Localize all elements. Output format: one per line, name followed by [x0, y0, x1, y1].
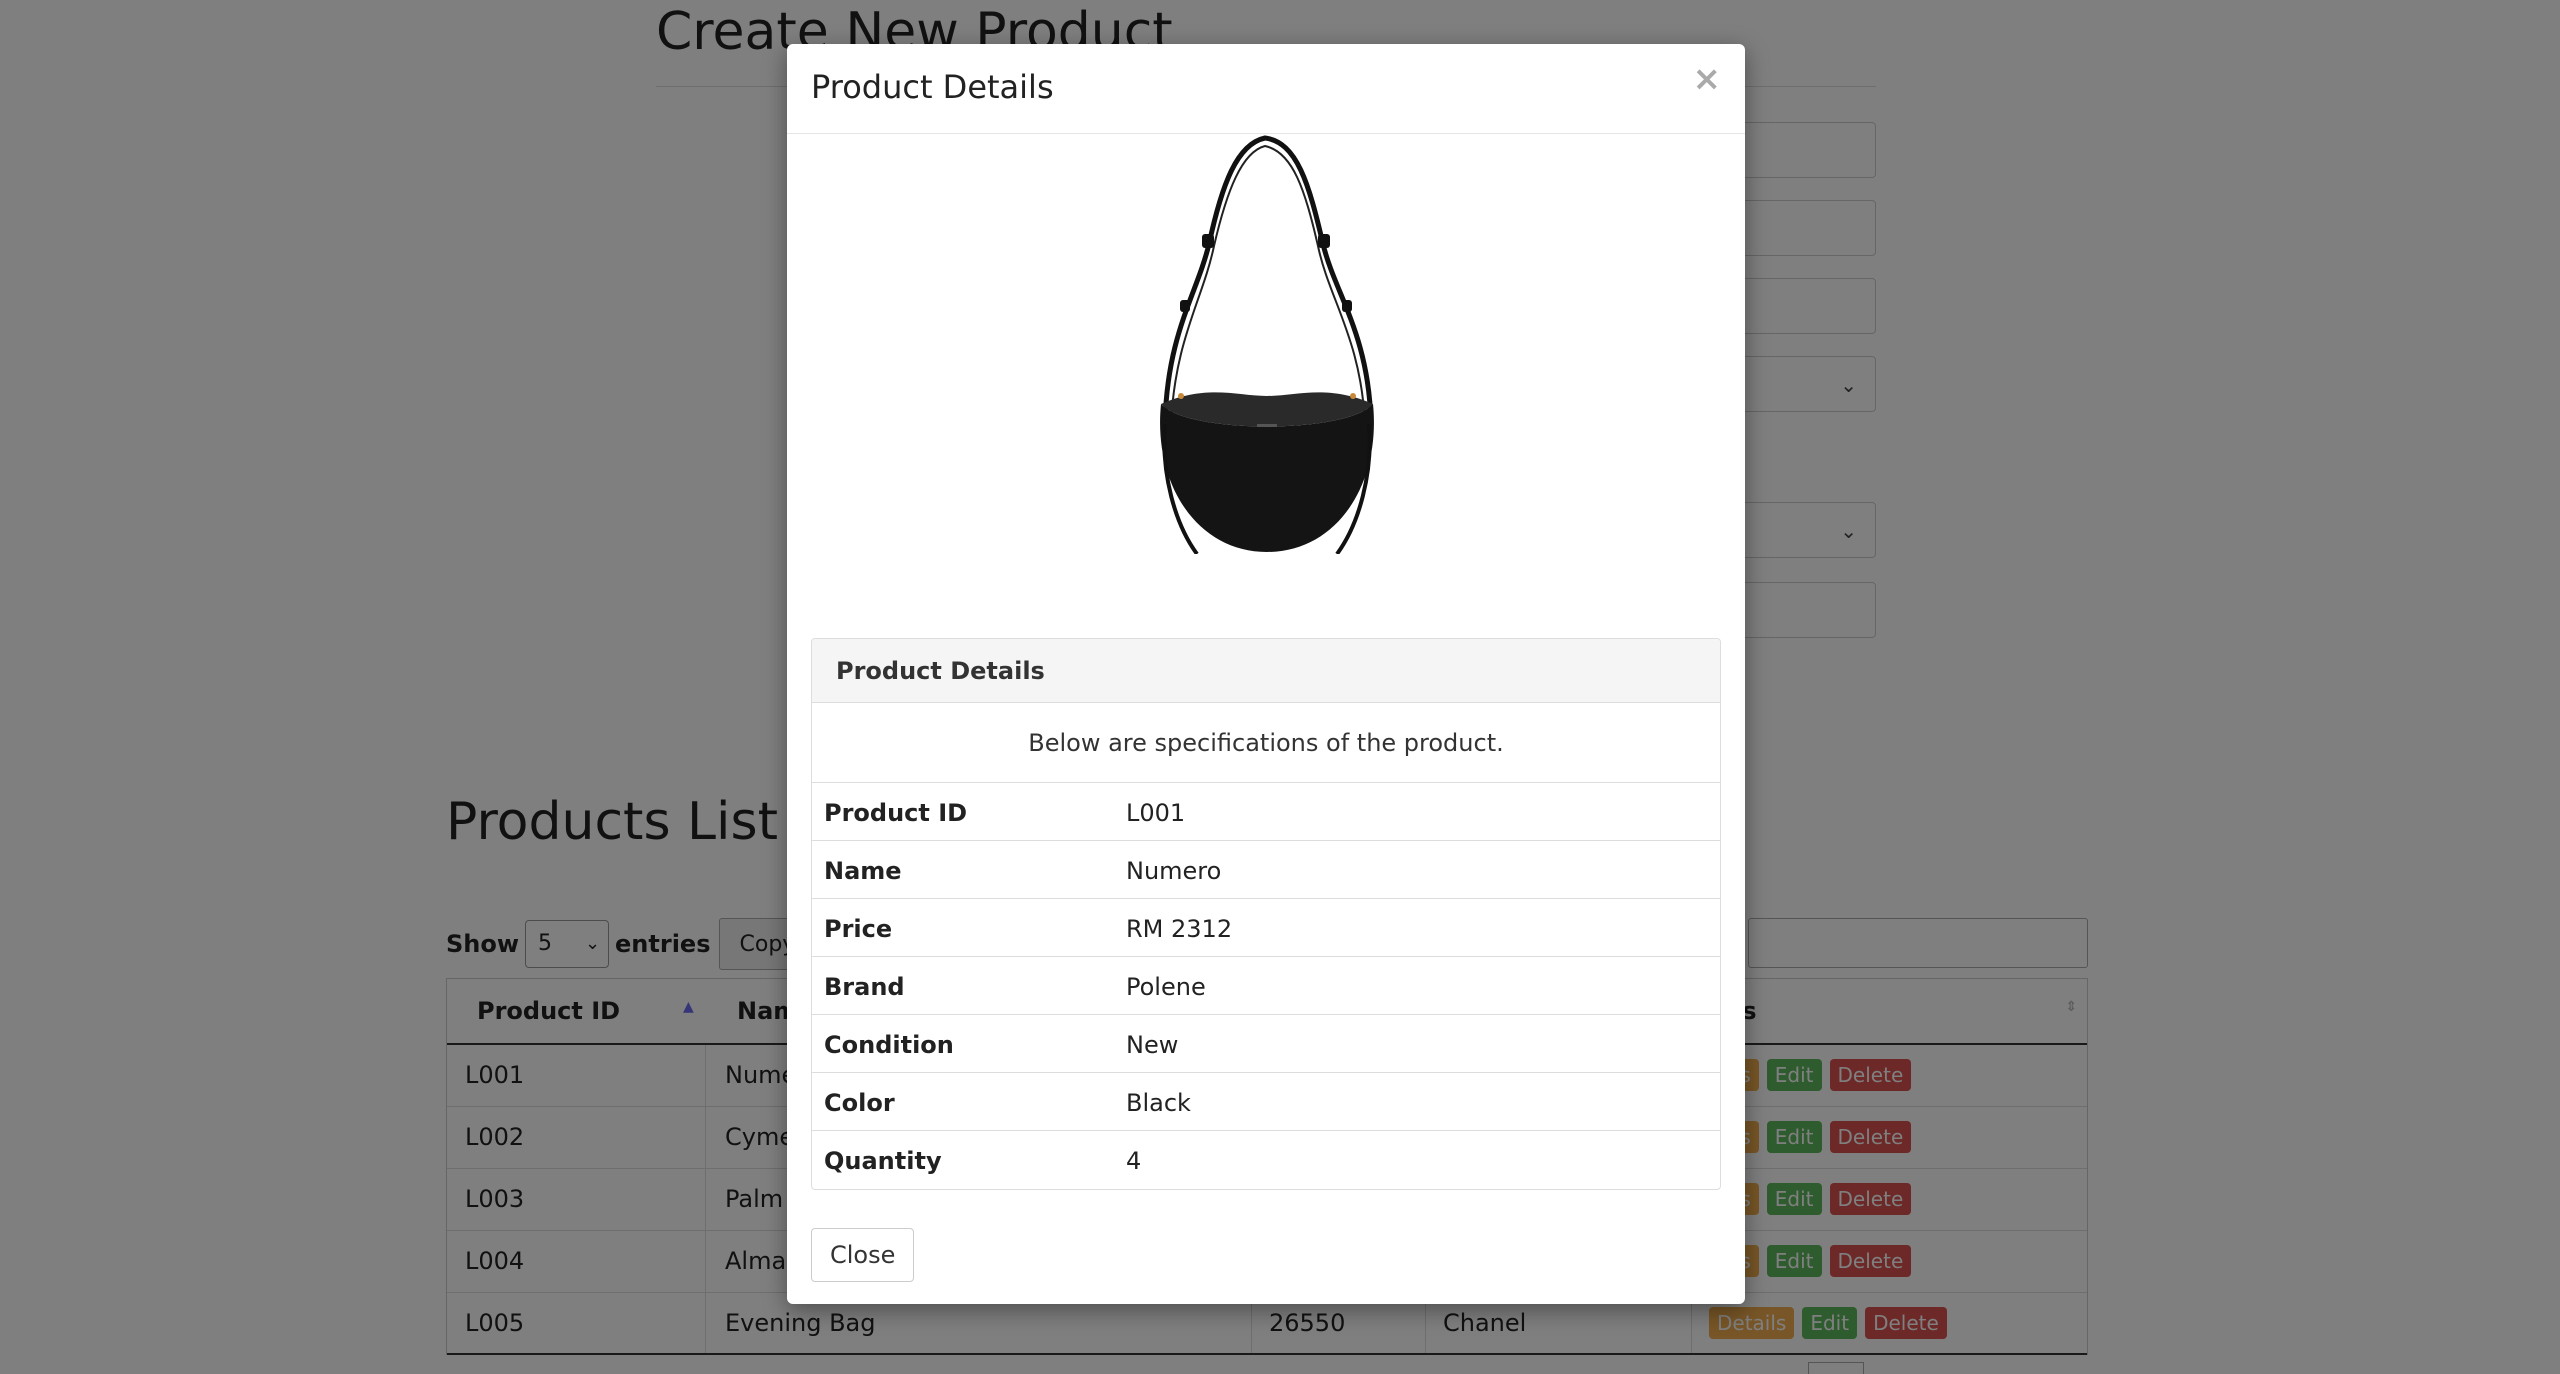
spec-label: Color — [824, 1089, 895, 1117]
spec-row: Price RM 2312 — [812, 899, 1720, 957]
modal-title: Product Details — [811, 68, 1054, 106]
spec-row: Name Numero — [812, 841, 1720, 899]
spec-value: Black — [1126, 1089, 1191, 1117]
spec-label: Brand — [824, 973, 905, 1001]
spec-value: L001 — [1126, 799, 1186, 827]
panel-intro-text: Below are specifications of the product. — [812, 703, 1720, 783]
product-details-modal: Product Details × Product Details Below … — [787, 44, 1745, 1304]
spec-value: Numero — [1126, 857, 1222, 885]
spec-label: Quantity — [824, 1147, 942, 1175]
specs-table: Product ID L001 Name Numero Price RM 2312 Bran… — [812, 783, 1720, 1189]
spec-row: Product ID L001 — [812, 783, 1720, 841]
product-details-panel: Product Details Below are specifications… — [811, 638, 1721, 1190]
spec-value: Polene — [1126, 973, 1206, 1001]
close-button[interactable]: Close — [811, 1228, 915, 1282]
spec-row: Brand Polene — [812, 957, 1720, 1015]
product-image — [1160, 135, 1374, 554]
spec-label: Product ID — [824, 799, 968, 827]
spec-value: New — [1126, 1031, 1179, 1059]
spec-row: Condition New — [812, 1015, 1720, 1073]
spec-value: RM 2312 — [1126, 915, 1233, 943]
spec-label: Price — [824, 915, 893, 943]
panel-heading: Product Details — [812, 639, 1720, 703]
spec-value: 4 — [1126, 1147, 1142, 1175]
spec-label: Name — [824, 857, 902, 885]
close-icon[interactable]: × — [1693, 62, 1722, 96]
spec-row: Color Black — [812, 1073, 1720, 1131]
spec-label: Condition — [824, 1031, 954, 1059]
spec-row: Quantity 4 — [812, 1131, 1720, 1189]
modal-header: Product Details × — [787, 44, 1745, 134]
